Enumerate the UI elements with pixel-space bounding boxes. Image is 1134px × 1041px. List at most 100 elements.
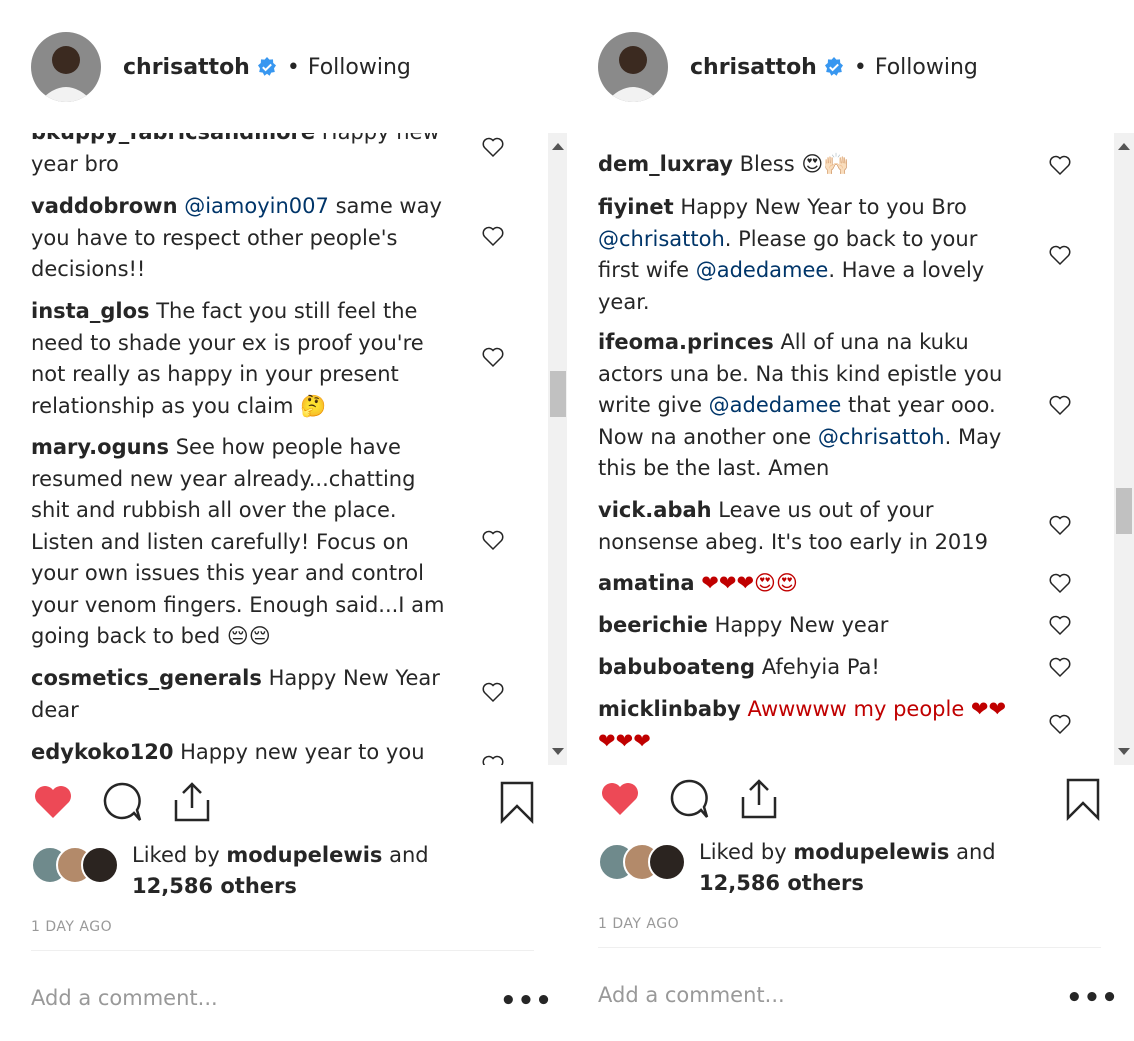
liked-by-avatars <box>31 846 131 884</box>
liked-by-avatars <box>598 843 698 881</box>
avatar[interactable] <box>648 843 686 881</box>
comment-item: vick.abah Leave us out of your nonsense … <box>598 495 1018 558</box>
comment-mention[interactable]: @chrisattoh <box>818 425 945 449</box>
comment-username[interactable]: bkuppy_fabricsandmore <box>31 133 315 144</box>
comment-item: dem_luxray Bless 😍🙌🏻 <box>598 149 1018 181</box>
comment-text: ❤❤❤😍😍 <box>694 571 798 595</box>
more-options-icon[interactable]: ••• <box>500 986 553 1016</box>
comment-like-heart-icon[interactable] <box>1048 243 1072 267</box>
like-heart-icon[interactable] <box>598 777 642 821</box>
comment-item: bkuppy_fabricsandmore Happy new year bro <box>31 133 451 180</box>
comment-username[interactable]: vick.abah <box>598 498 712 522</box>
post-header: chrisattoh • Following <box>31 31 411 103</box>
comment-username[interactable]: fiyinet <box>598 195 674 219</box>
scroll-down-arrow-icon[interactable] <box>1118 748 1130 755</box>
scroll-down-arrow-icon[interactable] <box>552 748 564 755</box>
scroll-thumb[interactable] <box>1116 488 1132 534</box>
avatar[interactable] <box>81 846 119 884</box>
scroll-thumb[interactable] <box>550 371 566 417</box>
verified-badge-icon <box>257 57 276 76</box>
comment-text: Happy New year <box>707 613 889 637</box>
comment-item: cosmetics_generals Happy New Year dear <box>31 663 451 726</box>
comment-icon[interactable] <box>667 777 711 821</box>
comment-mention[interactable]: @chrisattoh <box>598 227 725 251</box>
divider <box>31 950 534 951</box>
comment-item: babuboateng Afehyia Pa! <box>598 652 1018 684</box>
comment-like-heart-icon[interactable] <box>481 753 505 765</box>
comments-scrollbar[interactable] <box>1114 133 1134 765</box>
comment-username[interactable]: insta_glos <box>31 299 150 323</box>
liked-by-username[interactable]: modupelewis <box>793 840 949 864</box>
comment-like-heart-icon[interactable] <box>481 680 505 704</box>
comment-text: Happy new year to you <box>173 740 425 764</box>
comment-like-heart-icon[interactable] <box>481 345 505 369</box>
like-heart-icon[interactable] <box>31 780 75 824</box>
post-header: chrisattoh • Following <box>598 31 978 103</box>
comment-like-heart-icon[interactable] <box>1048 571 1072 595</box>
comment-username[interactable]: dem_luxray <box>598 152 733 176</box>
comments-list: bkuppy_fabricsandmore Happy new year bro… <box>0 133 550 765</box>
share-icon[interactable] <box>170 780 214 824</box>
separator-dot: • <box>853 54 867 80</box>
comment-icon[interactable] <box>100 780 144 824</box>
liked-by-username[interactable]: modupelewis <box>226 843 382 867</box>
comment-item: fiyinet Happy New Year to you Bro @chris… <box>598 195 985 314</box>
comment-username[interactable]: cosmetics_generals <box>31 666 262 690</box>
comments-scrollbar[interactable] <box>548 133 568 765</box>
comment-like-heart-icon[interactable] <box>481 135 505 159</box>
comment-username[interactable]: micklinbaby <box>598 697 741 721</box>
comment-item: amatina ❤❤❤😍😍 <box>598 568 1018 600</box>
comment-like-heart-icon[interactable] <box>1048 712 1072 736</box>
post-panel-right: chrisattoh • Following dem_luxray Bless … <box>567 0 1134 1041</box>
liked-by-text: Liked by modupelewis and 12,586 others <box>132 843 429 898</box>
following-button[interactable]: Following <box>875 55 978 80</box>
comment-like-heart-icon[interactable] <box>1048 153 1072 177</box>
comment-username[interactable]: babuboateng <box>598 655 755 679</box>
bookmark-icon[interactable] <box>499 780 535 824</box>
post-timestamp[interactable]: 1 DAY AGO <box>598 916 679 932</box>
comment-like-heart-icon[interactable] <box>1048 393 1072 417</box>
scroll-up-arrow-icon[interactable] <box>1118 143 1130 150</box>
comment-username[interactable]: vaddobrown <box>31 194 178 218</box>
comment-item: micklinbaby Awwwww my people ❤❤❤❤❤ <box>598 694 1018 757</box>
scroll-up-arrow-icon[interactable] <box>552 143 564 150</box>
likes-count[interactable]: 12,586 others <box>132 874 297 898</box>
comment-like-heart-icon[interactable] <box>1048 513 1072 537</box>
action-bar <box>31 780 541 830</box>
username[interactable]: chrisattoh <box>690 55 817 80</box>
post-timestamp[interactable]: 1 DAY AGO <box>31 919 112 935</box>
following-button[interactable]: Following <box>308 55 411 80</box>
username[interactable]: chrisattoh <box>123 55 250 80</box>
comment-username[interactable]: mary.oguns <box>31 435 169 459</box>
comment-like-heart-icon[interactable] <box>481 224 505 248</box>
share-icon[interactable] <box>737 777 781 821</box>
action-bar <box>598 777 1108 827</box>
comment-item: beerichie Happy New year <box>598 610 1018 642</box>
post-panel-left: chrisattoh • Following bkuppy_fabricsand… <box>0 0 568 1041</box>
comment-username[interactable]: edykoko120 <box>31 740 173 764</box>
add-comment-input[interactable]: Add a comment... <box>31 986 218 1010</box>
comment-like-heart-icon[interactable] <box>1048 613 1072 637</box>
comment-item: insta_glos The fact you still feel the n… <box>31 296 451 422</box>
comment-item: vaddobrown @iamoyin007 same way you have… <box>31 191 451 286</box>
bookmark-icon[interactable] <box>1065 777 1101 821</box>
comment-mention[interactable]: @adedamee <box>709 393 842 417</box>
more-options-icon[interactable]: ••• <box>1066 983 1119 1013</box>
profile-avatar[interactable] <box>598 32 668 102</box>
comment-text: Afehyia Pa! <box>755 655 880 679</box>
comment-username[interactable]: ifeoma.princes <box>598 330 774 354</box>
verified-badge-icon <box>824 57 843 76</box>
comment-mention[interactable]: @adedamee <box>696 258 829 282</box>
comment-mention[interactable]: @iamoyin007 <box>184 194 329 218</box>
comment-like-heart-icon[interactable] <box>481 528 505 552</box>
comment-username[interactable]: beerichie <box>598 613 708 637</box>
likes-summary: Liked by modupelewis and 12,586 others <box>31 840 551 906</box>
comments-list: dem_luxray Bless 😍🙌🏻 fiyinet Happy New Y… <box>567 133 1117 765</box>
comment-like-heart-icon[interactable] <box>1048 655 1072 679</box>
profile-avatar[interactable] <box>31 32 101 102</box>
add-comment-input[interactable]: Add a comment... <box>598 983 785 1007</box>
likes-count[interactable]: 12,586 others <box>699 871 864 895</box>
comment-text: Bless 😍🙌🏻 <box>732 152 850 176</box>
comment-username[interactable]: amatina <box>598 571 695 595</box>
comment-item: ifeoma.princes All of una na kuku actors… <box>598 330 1003 480</box>
